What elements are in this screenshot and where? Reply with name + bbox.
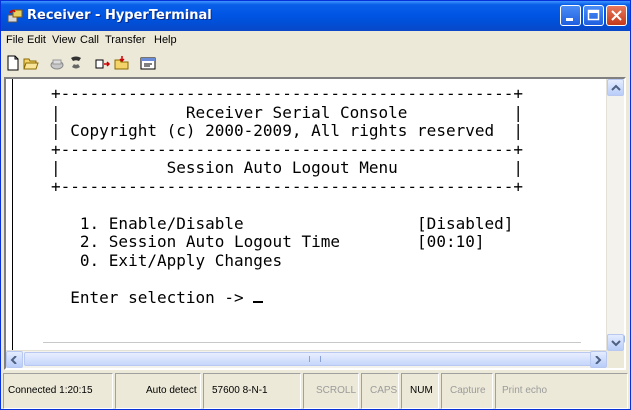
menu-bar: File Edit View Call Transfer Help [1, 32, 630, 50]
scroll-grip-icon [309, 356, 321, 362]
scroll-left-button[interactable] [6, 351, 23, 368]
chevron-right-icon [595, 356, 602, 364]
scroll-down-button[interactable] [607, 334, 624, 351]
title-bar[interactable]: Receiver - HyperTerminal [1, 1, 630, 31]
horizontal-scroll-thumb[interactable] [24, 352, 604, 366]
chevron-up-icon [611, 84, 621, 91]
term-line-border-2: +---------------------------------------… [51, 139, 524, 159]
status-connected: Connected 1:20:15 [3, 373, 113, 409]
open-icon[interactable] [22, 55, 40, 72]
term-line-border-3: +---------------------------------------… [51, 176, 524, 196]
send-icon[interactable] [94, 55, 112, 72]
term-line-option-1: 1. Enable/Disable [Disabled] [51, 213, 514, 233]
menu-view[interactable]: View [52, 34, 76, 46]
menu-edit[interactable]: Edit [27, 34, 46, 46]
status-params: 57600 8-N-1 [203, 373, 301, 409]
status-num: NUM [401, 373, 439, 409]
scroll-up-button[interactable] [607, 79, 624, 96]
close-button[interactable] [606, 5, 627, 26]
chevron-down-icon [611, 340, 621, 347]
status-capture: Capture [441, 373, 493, 409]
terminal-frame: +---------------------------------------… [4, 77, 626, 370]
status-print-echo: Print echo [495, 373, 628, 409]
horizontal-scrollbar[interactable] [6, 350, 607, 368]
dial-icon[interactable] [67, 55, 85, 72]
receive-icon[interactable] [113, 55, 131, 72]
vertical-scrollbar[interactable] [606, 79, 625, 351]
status-bar: Connected 1:20:15 Auto detect 57600 8-N-… [1, 373, 630, 409]
maximize-button[interactable] [583, 5, 604, 26]
term-line-prompt: Enter selection -> [51, 287, 254, 307]
terminal-cursor [253, 300, 264, 303]
chevron-left-icon [10, 356, 17, 364]
term-line-console-title: | Receiver Serial Console | [51, 102, 524, 122]
term-line-option-2: 2. Session Auto Logout Time [00:10] [51, 232, 485, 251]
scrollbar-corner [607, 351, 624, 368]
menu-transfer[interactable]: Transfer [105, 34, 146, 46]
hyperterminal-window: Receiver - HyperTerminal File Edit View … [0, 0, 631, 410]
hyperterminal-app-icon[interactable] [7, 8, 23, 24]
menu-help[interactable]: Help [154, 34, 177, 46]
terminal-divider [43, 342, 581, 343]
minimize-button[interactable] [560, 5, 581, 26]
disconnect-icon[interactable] [48, 55, 66, 72]
terminal-text: +---------------------------------------… [51, 84, 524, 307]
term-line-menu-title: | Session Auto Logout Menu | [51, 158, 524, 177]
toolbar [1, 51, 630, 76]
new-connection-icon[interactable] [4, 55, 22, 72]
menu-call[interactable]: Call [80, 34, 99, 46]
status-detect: Auto detect [115, 373, 201, 409]
scroll-right-button[interactable] [590, 351, 607, 368]
status-scroll: SCROLL [303, 373, 359, 409]
window-title: Receiver - HyperTerminal [27, 8, 212, 23]
term-line-copyright: | Copyright (c) 2000-2009, All rights re… [51, 121, 524, 140]
term-line-border-1: +---------------------------------------… [51, 84, 524, 103]
terminal-screen[interactable]: +---------------------------------------… [12, 79, 607, 351]
menu-file[interactable]: File [6, 34, 24, 46]
properties-icon[interactable] [139, 55, 157, 72]
term-line-option-0: 0. Exit/Apply Changes [51, 250, 283, 270]
status-caps: CAPS [361, 373, 399, 409]
